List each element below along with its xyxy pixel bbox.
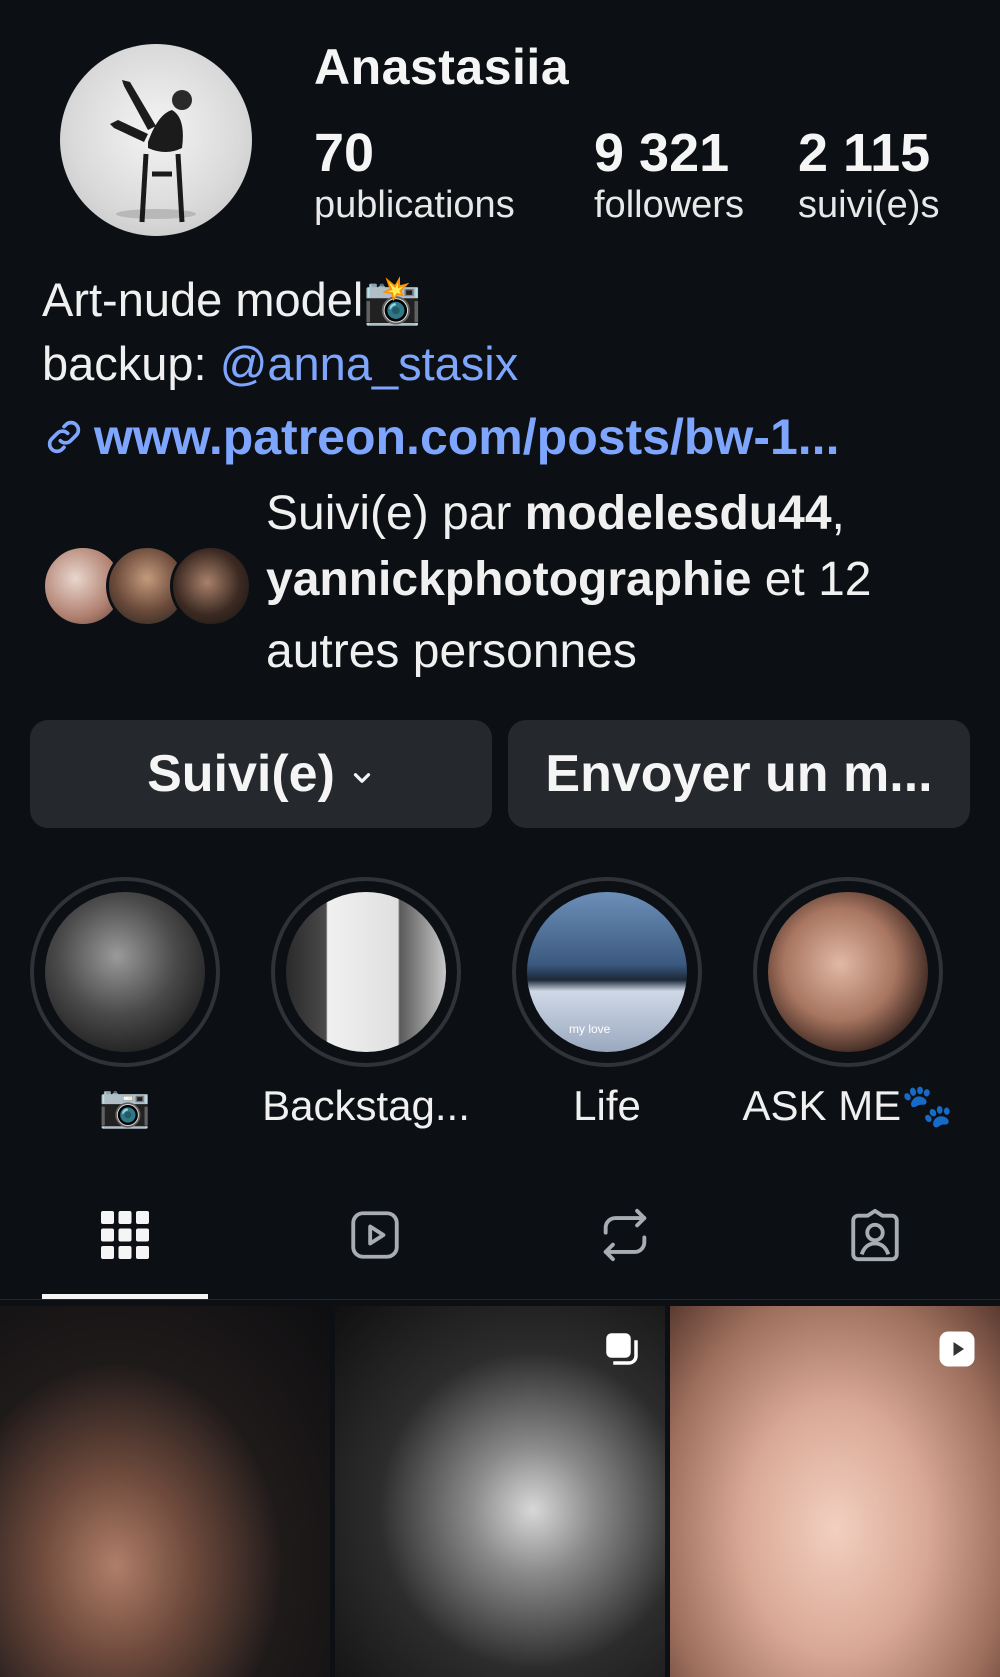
stat-followers[interactable]: 9 321 followers — [594, 122, 744, 227]
tab-reposts[interactable] — [500, 1200, 750, 1275]
stat-label: followers — [594, 184, 744, 226]
stat-label: publications — [314, 184, 515, 226]
highlight-life[interactable]: my love — [512, 877, 702, 1067]
highlight-cover — [45, 892, 205, 1052]
grid-icon — [99, 1209, 151, 1266]
mutual-avatar — [170, 545, 252, 627]
stat-following[interactable]: 2 115 suivi(e)s — [798, 122, 939, 227]
following-button[interactable]: Suivi(e) — [30, 720, 492, 828]
tabs-divider — [0, 1299, 1000, 1300]
carousel-icon — [601, 1328, 643, 1370]
highlight-cover — [286, 892, 446, 1052]
stat-value: 70 — [314, 123, 375, 183]
link-text: www.patreon.com/posts/bw-1... — [94, 409, 840, 465]
stat-label: suivi(e)s — [798, 184, 940, 226]
bio-backup-prefix: backup: — [42, 337, 220, 390]
message-button[interactable]: Envoyer un m... — [508, 720, 970, 828]
mutual-suffix: et 12 — [751, 553, 872, 606]
bio-backup-line: backup: @anna_stasix — [42, 336, 518, 391]
tagged-icon — [846, 1206, 904, 1269]
post-tile[interactable] — [670, 1306, 1000, 1677]
tab-tagged[interactable] — [750, 1200, 1000, 1275]
bio-mention-link[interactable]: @anna_stasix — [220, 337, 519, 390]
reels-icon — [346, 1206, 404, 1269]
post-tile[interactable] — [335, 1306, 665, 1677]
tab-reels[interactable] — [250, 1200, 500, 1275]
bio-external-link[interactable]: www.patreon.com/posts/bw-1... — [42, 408, 839, 466]
profile-avatar[interactable] — [60, 44, 252, 236]
message-label: Envoyer un m... — [545, 745, 933, 803]
highlight-ask-me[interactable] — [753, 877, 943, 1067]
bio-line: Art-nude model📸 — [42, 273, 422, 326]
highlight-camera[interactable] — [30, 877, 220, 1067]
mutual-user: yannickphotographie — [266, 553, 752, 606]
highlight-cover: my love — [527, 892, 687, 1052]
stat-publications[interactable]: 70 publications — [314, 122, 515, 227]
mutual-followers-line2[interactable]: yannickphotographie et 12 — [266, 552, 871, 607]
mutual-prefix: Suivi(e) par — [266, 487, 525, 540]
chevron-down-icon — [349, 744, 375, 804]
highlight-cover — [768, 892, 928, 1052]
mutual-user: modelesdu44 — [524, 487, 832, 540]
highlight-label: ASK ME🐾 — [742, 1082, 954, 1129]
mutual-followers-line1[interactable]: Suivi(e) par modelesdu44, — [266, 486, 845, 541]
following-label: Suivi(e) — [147, 745, 335, 803]
mutual-separator: , — [831, 487, 845, 540]
stat-value: 9 321 — [594, 123, 730, 183]
post-tile[interactable] — [0, 1306, 330, 1677]
reposts-icon — [596, 1206, 654, 1269]
highlight-label: Life — [573, 1082, 641, 1129]
highlight-label: Backstag... — [262, 1082, 470, 1129]
stat-value: 2 115 — [798, 123, 931, 183]
profile-username: Anastasiia — [314, 39, 570, 95]
highlight-backstage[interactable] — [271, 877, 461, 1067]
reel-icon — [936, 1328, 978, 1370]
highlight-label: 📷 — [98, 1082, 152, 1129]
tab-grid[interactable] — [0, 1200, 250, 1275]
highlight-overlay-text: my love — [569, 1022, 611, 1036]
mutual-followers-line3[interactable]: autres personnes — [266, 624, 637, 679]
link-icon — [42, 415, 86, 459]
